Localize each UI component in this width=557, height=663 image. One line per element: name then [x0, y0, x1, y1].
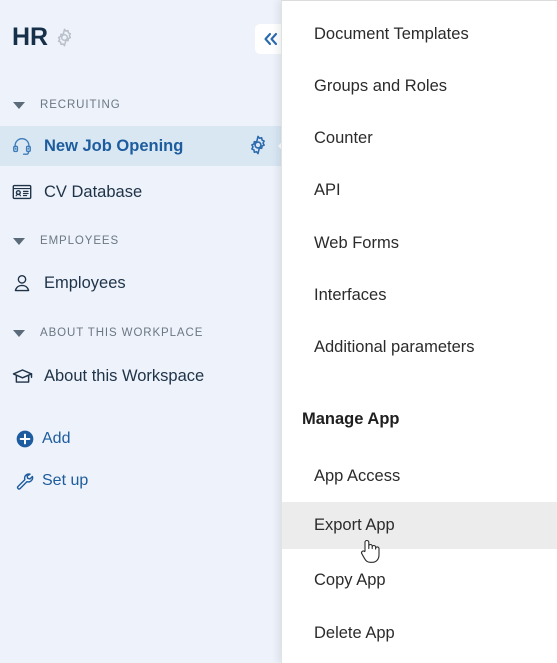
- menu-item-additional-parameters[interactable]: Additional parameters: [282, 324, 557, 371]
- sidebar-item-label: About this Workspace: [44, 366, 205, 385]
- menu-section-manage-app: Manage App: [282, 399, 557, 439]
- sidebar-group-recruiting[interactable]: RECRUITING: [0, 92, 290, 118]
- sidebar-setup-label: Set up: [42, 472, 89, 489]
- sidebar-item-employees[interactable]: Employees: [0, 263, 290, 303]
- gear-icon[interactable]: [247, 134, 269, 156]
- gear-icon[interactable]: [54, 27, 75, 48]
- sidebar-setup-button[interactable]: Set up: [0, 466, 290, 496]
- sidebar: HR RECRUITING New Job Opening CV Databas…: [0, 0, 290, 663]
- menu-section-label: Manage App: [302, 409, 400, 428]
- sidebar-group-employees[interactable]: EMPLOYEES: [0, 228, 290, 254]
- double-chevron-left-icon: [264, 32, 278, 46]
- sidebar-add-button[interactable]: Add: [0, 424, 290, 454]
- sidebar-header: HR: [0, 0, 290, 78]
- menu-item-label: Interfaces: [314, 286, 387, 304]
- menu-item-app-access[interactable]: App Access: [282, 453, 557, 500]
- menu-item-label: Delete App: [314, 624, 395, 642]
- menu-item-label: API: [314, 181, 341, 199]
- caret-down-icon: [13, 101, 25, 109]
- sidebar-group-label: ABOUT THIS WORKPLACE: [40, 327, 204, 339]
- menu-item-label: App Access: [314, 467, 401, 485]
- caret-down-icon: [13, 329, 25, 337]
- menu-item-web-forms[interactable]: Web Forms: [282, 220, 557, 267]
- menu-item-delete-app[interactable]: Delete App: [282, 610, 557, 657]
- sidebar-group-label: RECRUITING: [40, 99, 121, 111]
- sidebar-item-label: Employees: [44, 273, 126, 292]
- menu-item-label: Additional parameters: [314, 338, 475, 356]
- app-settings-menu: Document Templates Groups and Roles Coun…: [281, 0, 557, 663]
- menu-item-label: Copy App: [314, 571, 386, 589]
- menu-item-label: Web Forms: [314, 234, 399, 252]
- menu-item-label: Document Templates: [314, 25, 469, 43]
- sidebar-item-cv-database[interactable]: CV Database: [0, 172, 290, 212]
- sidebar-item-about-this-workspace[interactable]: About this Workspace: [0, 356, 290, 396]
- sidebar-group-label: EMPLOYEES: [40, 235, 120, 247]
- sidebar-add-label: Add: [42, 430, 71, 447]
- sidebar-group-about-this-workplace[interactable]: ABOUT THIS WORKPLACE: [0, 320, 290, 346]
- page-title: HR: [12, 23, 49, 51]
- sidebar-item-label: New Job Opening: [44, 136, 184, 155]
- sidebar-item-new-job-opening[interactable]: New Job Opening: [0, 126, 290, 166]
- menu-item-counter[interactable]: Counter: [282, 115, 557, 162]
- plus-circle-icon: [14, 428, 36, 450]
- caret-down-icon: [13, 237, 25, 245]
- person-icon: [10, 271, 34, 295]
- menu-item-label: Counter: [314, 129, 373, 147]
- app-root: HR RECRUITING New Job Opening CV Databas…: [0, 0, 557, 663]
- menu-item-label: Groups and Roles: [314, 77, 447, 95]
- menu-item-api[interactable]: API: [282, 167, 557, 214]
- graduation-cap-icon: [10, 364, 34, 388]
- menu-item-interfaces[interactable]: Interfaces: [282, 272, 557, 319]
- menu-item-label: Export App: [314, 516, 395, 534]
- menu-item-document-templates[interactable]: Document Templates: [282, 11, 557, 58]
- sidebar-item-label: CV Database: [44, 182, 143, 201]
- menu-item-copy-app[interactable]: Copy App: [282, 557, 557, 604]
- menu-item-export-app[interactable]: Export App: [282, 502, 557, 549]
- menu-item-groups-and-roles[interactable]: Groups and Roles: [282, 63, 557, 110]
- headset-icon: [10, 134, 34, 158]
- wrench-icon: [14, 470, 36, 492]
- id-card-icon: [10, 180, 34, 204]
